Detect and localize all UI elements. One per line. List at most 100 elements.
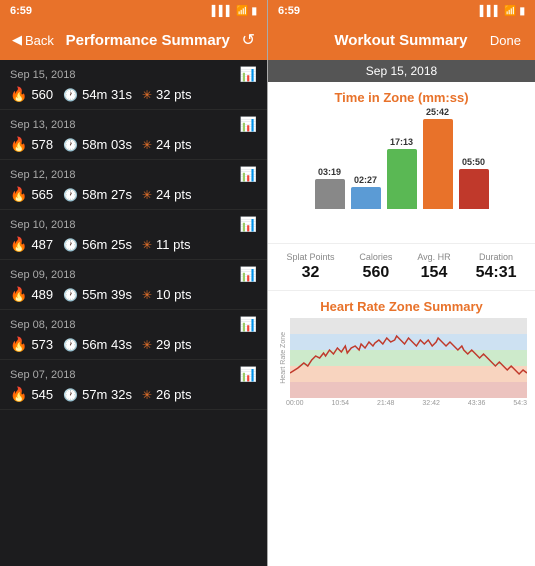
flame-icon: 🔥 — [10, 136, 27, 153]
clock-icon: 🕐 — [63, 238, 78, 252]
workout-date: Sep 13, 2018 — [10, 119, 75, 131]
stat-label: Avg. HR — [417, 252, 450, 262]
bar-label-top: 03:19 — [318, 167, 341, 177]
workout-date: Sep 10, 2018 — [10, 219, 75, 231]
workout-item[interactable]: Sep 13, 2018 📊 🔥 578 🕐 58m 03s ✳ 24 pts — [0, 110, 267, 160]
back-label: Back — [25, 33, 54, 48]
clock-icon: 🕐 — [63, 138, 78, 152]
workout-duration: 56m 43s — [82, 337, 132, 352]
battery-icon-r: ▮ — [519, 6, 525, 17]
stats-row: Splat Points 32 Calories 560 Avg. HR 154… — [268, 243, 535, 291]
hr-x-label: 10:54 — [331, 400, 349, 407]
back-chevron-icon: ◀ — [12, 32, 22, 48]
detail-date: Sep 15, 2018 — [268, 60, 535, 82]
clock-icon: 🕐 — [63, 188, 78, 202]
share-icon[interactable]: 📊 — [240, 316, 257, 333]
share-icon[interactable]: 📊 — [240, 266, 257, 283]
status-bar-right: 6:59 ▌▌▌ 📶 ▮ — [268, 0, 535, 20]
bar — [387, 149, 417, 209]
nav-title-left: Performance Summary — [66, 32, 230, 49]
hr-x-labels: 00:0010:5421:4832:4243:3654:3 — [276, 398, 527, 407]
workout-item[interactable]: Sep 15, 2018 📊 🔥 560 🕐 54m 31s ✳ 32 pts — [0, 60, 267, 110]
splat-icon: ✳ — [142, 388, 152, 402]
flame-icon: 🔥 — [10, 336, 27, 353]
clock-icon: 🕐 — [63, 338, 78, 352]
stat-item: Splat Points 32 — [286, 252, 334, 282]
hr-chart-area: Heart Rate Zone 00:001 — [268, 318, 535, 428]
bar-column: 02:27 — [351, 175, 381, 209]
signal-icon-r: ▌▌▌ — [480, 6, 501, 17]
bar-label-top: 02:27 — [354, 175, 377, 185]
stat-label: Splat Points — [286, 252, 334, 262]
workout-pts: 24 pts — [156, 137, 191, 152]
workout-item[interactable]: Sep 08, 2018 📊 🔥 573 🕐 56m 43s ✳ 29 pts — [0, 310, 267, 360]
status-bar-left: 6:59 ▌▌▌ 📶 ▮ — [0, 0, 267, 20]
share-icon[interactable]: 📊 — [240, 116, 257, 133]
hr-y-axis-label: Heart Rate Zone — [280, 332, 287, 384]
share-icon[interactable]: 📊 — [240, 66, 257, 83]
splat-icon: ✳ — [142, 188, 152, 202]
clock-icon: 🕐 — [63, 288, 78, 302]
bar-label-top: 05:50 — [462, 157, 485, 167]
workout-duration: 56m 25s — [82, 237, 132, 252]
flame-icon: 🔥 — [10, 186, 27, 203]
workout-pts: 10 pts — [156, 287, 191, 302]
stat-value: 54:31 — [476, 264, 517, 282]
flame-icon: 🔥 — [10, 286, 27, 303]
refresh-icon[interactable]: ↺ — [242, 30, 255, 50]
bar-column: 25:42 — [423, 107, 453, 209]
bar-column: 03:19 — [315, 167, 345, 209]
workout-date: Sep 15, 2018 — [10, 69, 75, 81]
workout-item[interactable]: Sep 12, 2018 📊 🔥 565 🕐 58m 27s ✳ 24 pts — [0, 160, 267, 210]
workout-item[interactable]: Sep 09, 2018 📊 🔥 489 🕐 55m 39s ✳ 10 pts — [0, 260, 267, 310]
bar-chart-area: 03:19 02:27 17:13 25:42 05:50 — [268, 109, 535, 239]
stat-value: 560 — [363, 264, 390, 282]
signal-icon: ▌▌▌ — [212, 6, 233, 17]
time-left: 6:59 — [10, 5, 32, 17]
workout-date: Sep 08, 2018 — [10, 319, 75, 331]
bar-label-top: 17:13 — [390, 137, 413, 147]
wifi-icon-r: 📶 — [504, 6, 516, 17]
battery-icon: ▮ — [251, 6, 257, 17]
share-icon[interactable]: 📊 — [240, 216, 257, 233]
workout-item[interactable]: Sep 07, 2018 📊 🔥 545 🕐 57m 32s ✳ 26 pts — [0, 360, 267, 410]
bar-column: 17:13 — [387, 137, 417, 209]
bar — [315, 179, 345, 209]
splat-icon: ✳ — [142, 288, 152, 302]
back-button[interactable]: ◀ Back — [12, 32, 54, 48]
workout-calories: 565 — [31, 187, 53, 202]
flame-icon: 🔥 — [10, 86, 27, 103]
hr-x-label: 21:48 — [377, 400, 395, 407]
bar-column: 05:50 — [459, 157, 489, 209]
workout-calories: 578 — [31, 137, 53, 152]
workout-calories: 489 — [31, 287, 53, 302]
workout-pts: 29 pts — [156, 337, 191, 352]
workout-pts: 11 pts — [156, 237, 190, 252]
hr-line-chart — [290, 318, 527, 398]
chart-title: Time in Zone (mm:ss) — [268, 90, 535, 105]
done-button[interactable]: Done — [490, 33, 521, 48]
workout-item[interactable]: Sep 10, 2018 📊 🔥 487 🕐 56m 25s ✳ 11 pts — [0, 210, 267, 260]
hr-title: Heart Rate Zone Summary — [268, 299, 535, 314]
bar — [351, 187, 381, 209]
nav-bar-left: ◀ Back Performance Summary ↺ — [0, 20, 267, 60]
hr-chart-inner — [290, 318, 527, 398]
stat-label: Calories — [359, 252, 392, 262]
workout-duration: 57m 32s — [82, 387, 132, 402]
workout-duration: 58m 03s — [82, 137, 132, 152]
stat-item: Calories 560 — [359, 252, 392, 282]
share-icon[interactable]: 📊 — [240, 366, 257, 383]
workout-date: Sep 07, 2018 — [10, 369, 75, 381]
share-icon[interactable]: 📊 — [240, 166, 257, 183]
bar — [423, 119, 453, 209]
flame-icon: 🔥 — [10, 386, 27, 403]
splat-icon: ✳ — [142, 88, 152, 102]
splat-icon: ✳ — [142, 138, 152, 152]
hr-x-label: 43:36 — [468, 400, 486, 407]
wifi-icon: 📶 — [236, 6, 248, 17]
workout-duration: 55m 39s — [82, 287, 132, 302]
workout-date: Sep 12, 2018 — [10, 169, 75, 181]
clock-icon: 🕐 — [63, 388, 78, 402]
workout-pts: 26 pts — [156, 387, 191, 402]
nav-title-right: Workout Summary — [334, 32, 467, 49]
